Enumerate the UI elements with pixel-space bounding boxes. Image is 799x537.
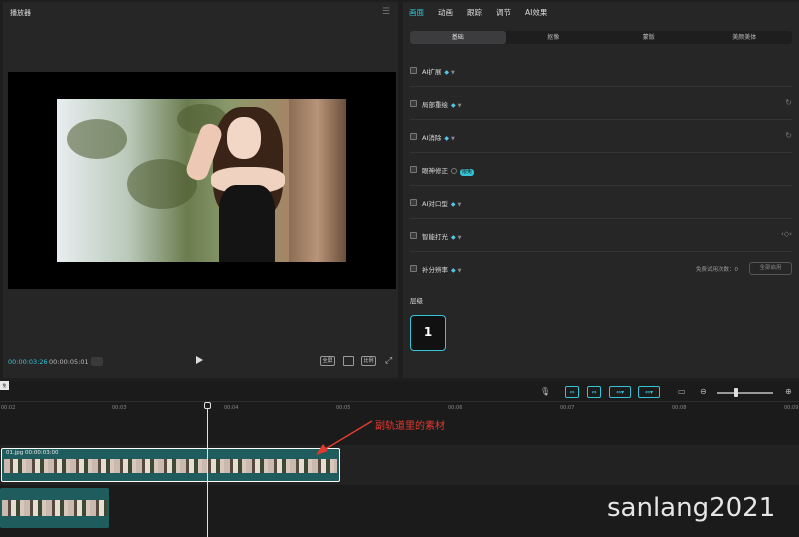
checkbox[interactable] xyxy=(410,199,417,206)
row-smart-light: 智能打光 ◆ ▼ ‹◇› xyxy=(410,220,792,252)
tick-label: 00:07 xyxy=(560,405,575,411)
trial-count: 免费试用次数：0 xyxy=(696,267,738,273)
tab-tracking[interactable]: 跟踪 xyxy=(467,7,482,18)
focus-icon[interactable] xyxy=(343,356,354,366)
overlay-clip[interactable]: 01.jpg 00:00:03:00 xyxy=(1,448,340,482)
zoom-slider[interactable] xyxy=(717,392,773,394)
chevron-down-icon[interactable]: ▼ xyxy=(451,70,455,76)
auto-snap-icon[interactable]: ⇔ xyxy=(587,386,601,398)
tab-adjust[interactable]: 调节 xyxy=(496,7,511,18)
row-label: AI消除 xyxy=(422,134,442,142)
subtab-cutout[interactable]: 抠像 xyxy=(506,31,602,44)
main-track-link-icon[interactable]: ⇔ xyxy=(565,386,579,398)
keyframe-icon[interactable]: ‹◇› xyxy=(781,230,792,238)
annotation-arrow xyxy=(316,420,373,455)
row-super-resolution: 补分辨率 ◆ ▼ 免费试用次数：0 全部启用 xyxy=(410,253,792,285)
player-panel: 播放器 ☰ 00:00:03:26 00:00:05:01 全屏 比例 ⤢ xyxy=(3,2,398,378)
checkbox[interactable] xyxy=(410,265,417,272)
properties-panel: 画面 动画 跟踪 调节 AI效果 基础 抠像 蒙版 美颜美体 AI扩展 ◆ ▼ 局部… xyxy=(403,2,799,378)
microphone-icon[interactable]: 🎙 xyxy=(540,387,550,396)
playhead[interactable] xyxy=(207,403,208,537)
sub-tabs: 基础 抠像 蒙版 美颜美体 xyxy=(410,31,792,44)
layer-title: 层级 xyxy=(410,297,423,305)
property-tabs: 画面 动画 跟踪 调节 AI效果 xyxy=(409,7,547,18)
free-badge: 免 xyxy=(0,381,9,390)
watermark: sanlang2021 xyxy=(607,493,776,523)
annotation-text: 副轨道里的素材 xyxy=(375,421,445,432)
reset-icon[interactable]: ↻ xyxy=(785,98,792,107)
timecode-total: 00:00:05:01 xyxy=(49,358,89,366)
row-label: 补分辨率 xyxy=(422,266,448,274)
zoom-slider-handle[interactable] xyxy=(734,388,738,397)
subtab-beauty[interactable]: 美颜美体 xyxy=(697,31,793,44)
row-ai-expand: AI扩展 ◆ ▼ xyxy=(410,55,792,87)
aspect-icon[interactable] xyxy=(91,357,103,366)
tab-picture[interactable]: 画面 xyxy=(409,7,424,18)
ratio-button[interactable]: 比例 xyxy=(361,356,376,366)
clip-thumbnails xyxy=(2,500,107,516)
tick-label: 00:05 xyxy=(336,405,351,411)
subtab-basic[interactable]: 基础 xyxy=(410,31,506,44)
play-button[interactable] xyxy=(196,356,203,364)
diamond-icon: ◆ xyxy=(451,102,456,109)
tick-label: 00:03 xyxy=(112,405,127,411)
diamond-icon: ◆ xyxy=(444,69,449,76)
diamond-icon: ◆ xyxy=(444,135,449,142)
tab-animation[interactable]: 动画 xyxy=(438,7,453,18)
preview-axis-icon[interactable]: ⇔▾ xyxy=(638,386,660,398)
checkbox[interactable] xyxy=(410,100,417,107)
tab-ai-effects[interactable]: AI效果 xyxy=(525,7,547,18)
row-label: AI对口型 xyxy=(422,200,448,208)
subtab-mask[interactable]: 蒙版 xyxy=(601,31,697,44)
row-label: 眼神修正 xyxy=(422,167,448,175)
tick-label: 00:06 xyxy=(448,405,463,411)
menu-icon[interactable]: ☰ xyxy=(382,7,390,17)
timeline-panel: 免 🎙 ⇔ ⇔ ⇔▾ ⇔▾ ▭ ⊖ ⊕ 00:02 00:03 00:04 00… xyxy=(0,381,799,537)
fit-button[interactable]: 全屏 xyxy=(320,356,335,366)
zoom-out-icon[interactable]: ⊖ xyxy=(700,387,707,396)
diamond-icon: ◆ xyxy=(450,201,456,208)
reset-icon[interactable]: ↻ xyxy=(785,131,792,140)
row-label: 局部重绘 xyxy=(422,101,448,109)
checkbox[interactable] xyxy=(410,67,417,74)
checkbox[interactable] xyxy=(410,166,417,173)
layer-value[interactable]: 1 xyxy=(410,315,446,351)
free-badge: 限免 xyxy=(460,169,475,176)
row-local-redraw: 局部重绘 ◆ ▼ ↻ xyxy=(410,88,792,120)
clip-label: 01.jpg 00:00:03:00 xyxy=(6,450,59,456)
checkbox[interactable] xyxy=(410,232,417,239)
chevron-down-icon[interactable]: ▼ xyxy=(451,136,455,142)
clip-thumbnails xyxy=(4,459,337,473)
row-eye-correction: 眼神修正 限免 xyxy=(410,154,792,186)
zoom-in-icon[interactable]: ⊕ xyxy=(785,387,792,396)
chevron-down-icon[interactable]: ▼ xyxy=(458,268,462,274)
row-ai-lipsync: AI对口型 ◆ ▼ xyxy=(410,187,792,219)
preview-screen[interactable] xyxy=(8,72,396,289)
chevron-down-icon[interactable]: ▼ xyxy=(458,202,462,208)
diamond-icon: ◆ xyxy=(451,234,456,241)
row-ai-erase: AI消除 ◆ ▼ ↻ xyxy=(410,121,792,153)
diamond-icon: ◆ xyxy=(451,267,456,274)
tick-label: 00:02 xyxy=(1,405,16,411)
row-label: AI扩展 xyxy=(422,68,442,76)
linkage-icon[interactable]: ⇔▾ xyxy=(609,386,631,398)
tick-label: 00:09 xyxy=(784,405,799,411)
main-track-clip[interactable] xyxy=(0,488,109,528)
timecode-current: 00:00:03:26 xyxy=(8,358,48,366)
checkbox[interactable] xyxy=(410,133,417,140)
preview-photo xyxy=(57,99,346,262)
person-figure xyxy=(183,105,301,262)
tick-label: 00:04 xyxy=(224,405,239,411)
row-label: 智能打光 xyxy=(422,233,448,241)
enable-all-button[interactable]: 全部启用 xyxy=(749,262,792,275)
subtitle-icon[interactable]: ▭ xyxy=(678,387,686,396)
time-ruler[interactable]: 00:02 00:03 00:04 00:05 00:06 00:07 00:0… xyxy=(0,401,799,411)
player-title: 播放器 xyxy=(10,9,31,17)
info-icon[interactable] xyxy=(451,168,457,174)
playhead-handle[interactable] xyxy=(204,402,211,409)
tick-label: 00:08 xyxy=(672,405,687,411)
chevron-down-icon[interactable]: ▼ xyxy=(458,103,462,109)
chevron-down-icon[interactable]: ▼ xyxy=(458,235,462,241)
fullscreen-icon[interactable]: ⤢ xyxy=(385,356,392,366)
